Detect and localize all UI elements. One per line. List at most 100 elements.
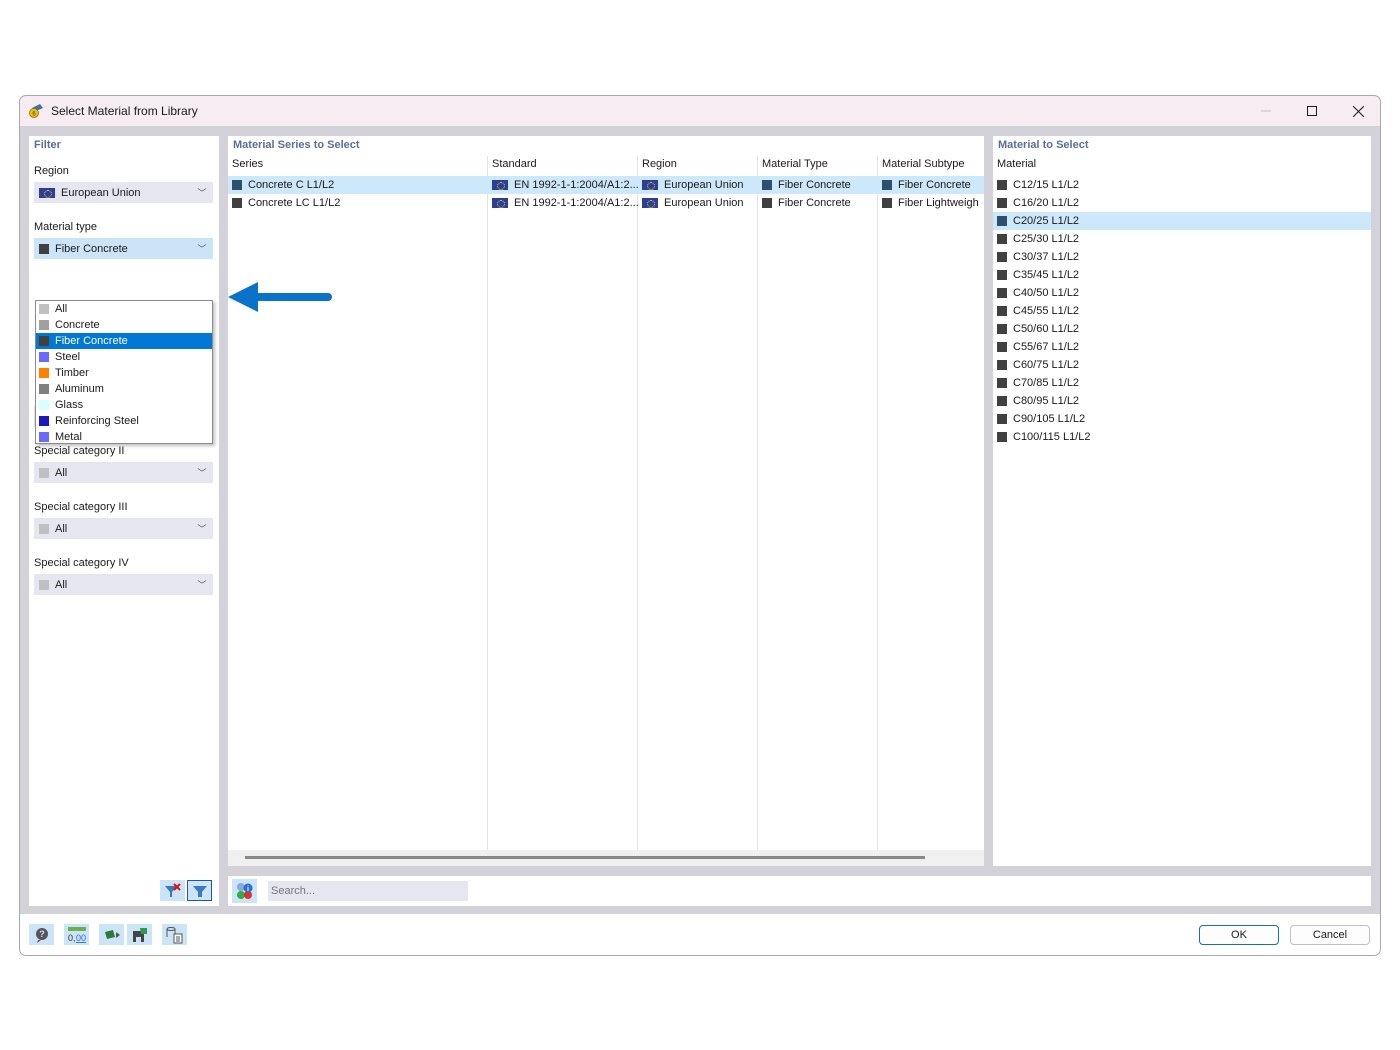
dropdown-option[interactable]: Fiber Concrete — [36, 333, 212, 349]
apply-filter-button[interactable] — [187, 880, 212, 901]
region-select[interactable]: European Union ﹀ — [34, 182, 213, 203]
material-list-item[interactable]: C35/45 L1/L2 — [993, 266, 1371, 284]
scrollbar-thumb[interactable] — [245, 856, 925, 859]
color-swatch — [39, 579, 49, 590]
minimize-icon — [1261, 110, 1271, 112]
eu-flag-icon — [492, 198, 508, 208]
material-color-swatch — [39, 384, 49, 394]
dropdown-option[interactable]: Metal — [36, 429, 212, 445]
material-type-dropdown: All Concrete Fiber Concrete Steel Timber Alum… — [35, 300, 213, 444]
chevron-down-icon: ﹀ — [197, 468, 207, 478]
chevron-down-icon: ﹀ — [197, 580, 207, 590]
clear-filter-button[interactable] — [160, 880, 185, 901]
dropdown-option[interactable]: Timber — [36, 365, 212, 381]
help-icon: ? — [35, 927, 48, 943]
save-button[interactable] — [127, 924, 152, 945]
bottom-toolbar: ? 0, 00 OK Cancel — [20, 914, 1380, 955]
column-divider — [877, 156, 878, 850]
region-value: European Union — [61, 186, 141, 199]
material-color-swatch — [39, 243, 49, 254]
svg-text:00: 00 — [76, 933, 86, 943]
library-icon — [166, 926, 182, 943]
material-type-select[interactable]: Fiber Concrete ﹀ — [34, 238, 213, 259]
material-color-swatch — [997, 360, 1007, 370]
material-list-item[interactable]: C40/50 L1/L2 — [993, 284, 1371, 302]
series-row[interactable]: Concrete C L1/L2 EN 1992-1-1:2004/A1:2...… — [228, 176, 984, 194]
material-list-item[interactable]: C12/15 L1/L2 — [993, 176, 1371, 194]
special-category-2-value: All — [55, 466, 68, 479]
material-color-swatch — [997, 414, 1007, 424]
import-button[interactable] — [99, 924, 124, 945]
cell-text: EN 1992-1-1:2004/A1:2... — [514, 197, 639, 209]
material-color-swatch — [997, 306, 1007, 316]
window-title: Select Material from Library — [51, 104, 198, 118]
maximize-icon — [1307, 106, 1317, 116]
material-color-swatch — [882, 180, 892, 190]
maximize-button[interactable] — [1289, 96, 1335, 126]
import-icon — [104, 929, 120, 939]
minimize-button[interactable] — [1243, 96, 1289, 126]
material-name: C90/105 L1/L2 — [1013, 413, 1086, 425]
dropdown-option[interactable]: Steel — [36, 349, 212, 365]
annotation-arrow — [228, 282, 332, 312]
cell-text: Fiber Lightweigh — [898, 197, 979, 209]
close-button[interactable] — [1335, 96, 1380, 126]
material-list-item[interactable]: C100/115 L1/L2 — [993, 428, 1371, 446]
cell-text: Fiber Concrete — [778, 179, 851, 191]
search-input[interactable] — [268, 881, 468, 901]
dropdown-option[interactable]: Aluminum — [36, 381, 212, 397]
material-type-cell: Fiber Concrete — [762, 194, 851, 212]
material-color-swatch — [39, 368, 49, 378]
dropdown-option[interactable]: Glass — [36, 397, 212, 413]
series-row[interactable]: Concrete LC L1/L2 EN 1992-1-1:2004/A1:2..… — [228, 194, 984, 212]
material-list-item[interactable]: C60/75 L1/L2 — [993, 356, 1371, 374]
dropdown-option[interactable]: Reinforcing Steel — [36, 413, 212, 429]
material-list-item[interactable]: C80/95 L1/L2 — [993, 392, 1371, 410]
help-button[interactable]: ? — [29, 924, 54, 945]
special-category-2-select[interactable]: All ﹀ — [34, 462, 213, 483]
dropdown-option[interactable]: Concrete — [36, 317, 212, 333]
option-label: Metal — [55, 431, 82, 443]
material-info-button[interactable]: i — [232, 879, 257, 903]
ok-button[interactable]: OK — [1199, 925, 1279, 945]
column-header-region[interactable]: Region — [642, 158, 677, 170]
material-color-swatch — [997, 324, 1007, 334]
special-category-4-select[interactable]: All ﹀ — [34, 574, 213, 595]
dropdown-option[interactable]: All — [36, 301, 212, 317]
units-button[interactable]: 0, 00 — [64, 924, 89, 945]
column-header-standard[interactable]: Standard — [492, 158, 537, 170]
series-cell: Concrete LC L1/L2 — [232, 194, 340, 212]
material-color-swatch — [39, 320, 49, 330]
material-list-item[interactable]: C25/30 L1/L2 — [993, 230, 1371, 248]
material-list-item[interactable]: C70/85 L1/L2 — [993, 374, 1371, 392]
special-category-4-value: All — [55, 578, 68, 591]
column-header-series[interactable]: Series — [232, 158, 263, 170]
option-label: Timber — [55, 367, 89, 379]
material-list-item[interactable]: C55/67 L1/L2 — [993, 338, 1371, 356]
horizontal-scrollbar[interactable] — [228, 850, 984, 866]
material-name: C25/30 L1/L2 — [1013, 233, 1080, 245]
material-list-item[interactable]: C45/55 L1/L2 — [993, 302, 1371, 320]
option-label: Concrete — [55, 319, 100, 331]
material-info-icon: i — [236, 883, 252, 899]
material-list-item[interactable]: C20/25 L1/L2 — [993, 212, 1371, 230]
material-name: C12/15 L1/L2 — [1013, 179, 1080, 191]
material-list-item[interactable]: C16/20 L1/L2 — [993, 194, 1371, 212]
library-button[interactable] — [162, 924, 187, 945]
cell-text: European Union — [664, 179, 744, 191]
material-list-item[interactable]: C50/60 L1/L2 — [993, 320, 1371, 338]
material-color-swatch — [997, 252, 1007, 262]
material-list-item[interactable]: C90/105 L1/L2 — [993, 410, 1371, 428]
column-header-material-type[interactable]: Material Type — [762, 158, 828, 170]
clear-filter-icon — [164, 882, 181, 897]
column-header-material[interactable]: Material — [997, 158, 1036, 170]
material-color-swatch — [39, 352, 49, 362]
material-color-swatch — [762, 198, 772, 208]
chevron-down-icon: ﹀ — [197, 524, 207, 534]
cancel-button[interactable]: Cancel — [1290, 925, 1370, 945]
special-category-3-select[interactable]: All ﹀ — [34, 518, 213, 539]
column-header-material-subtype[interactable]: Material Subtype — [882, 158, 965, 170]
material-name: C55/67 L1/L2 — [1013, 341, 1080, 353]
material-list-item[interactable]: C30/37 L1/L2 — [993, 248, 1371, 266]
material-name: C60/75 L1/L2 — [1013, 359, 1080, 371]
